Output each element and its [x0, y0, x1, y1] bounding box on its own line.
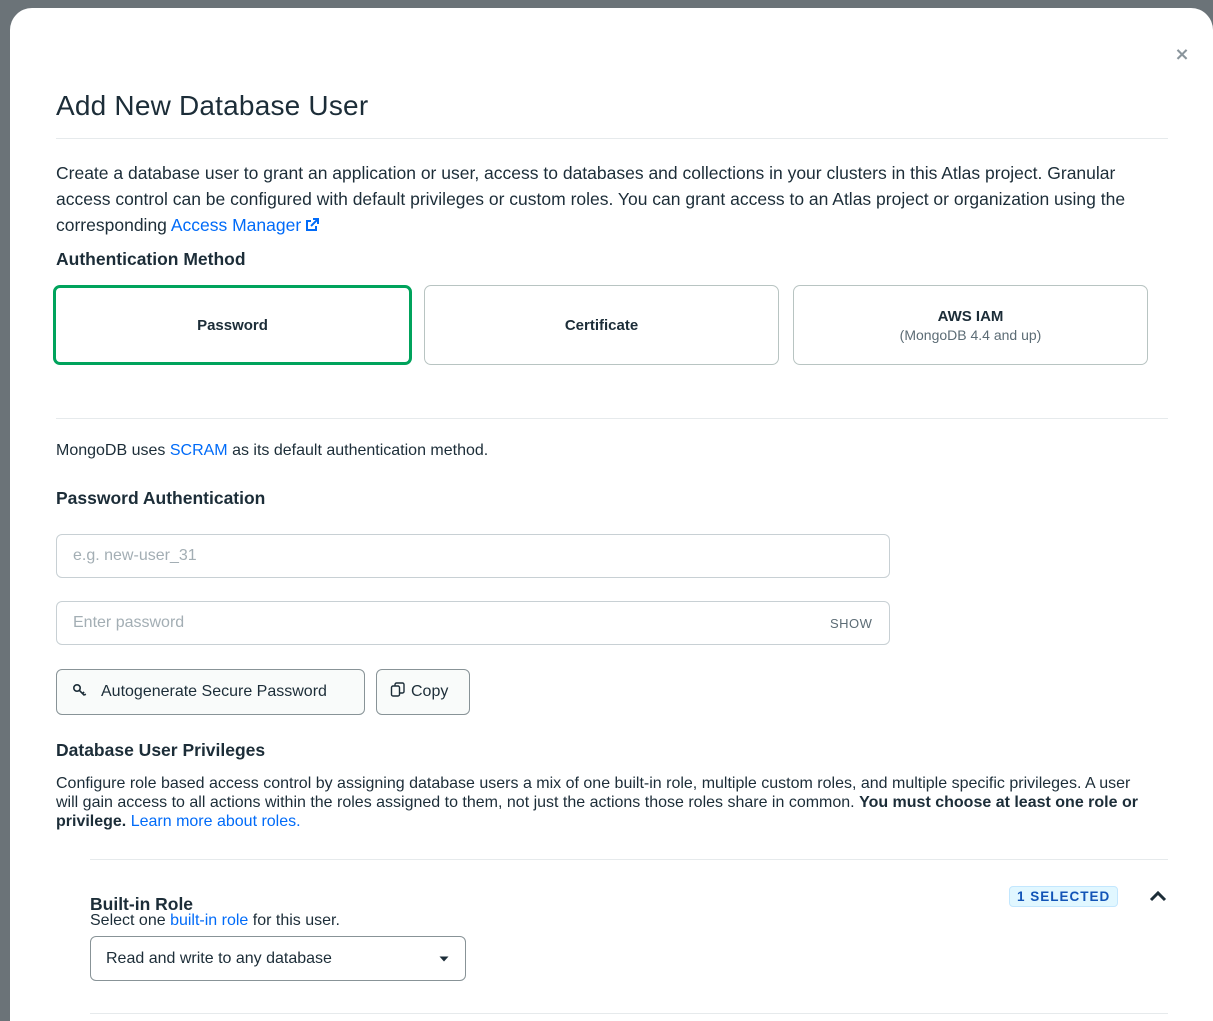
- auth-option-sublabel: (MongoDB 4.4 and up): [899, 326, 1042, 343]
- copy-label: Copy: [411, 683, 449, 700]
- auth-option-aws-iam[interactable]: AWS IAM (MongoDB 4.4 and up): [793, 285, 1148, 365]
- copy-button[interactable]: Copy: [376, 669, 470, 715]
- privileges-description: Configure role based access control by a…: [56, 774, 1156, 831]
- username-input[interactable]: [56, 534, 890, 578]
- scram-note: MongoDB uses SCRAM as its default authen…: [56, 442, 488, 460]
- key-icon: [71, 681, 101, 704]
- autogenerate-label: Autogenerate Secure Password: [101, 683, 327, 700]
- close-icon[interactable]: ×: [1173, 46, 1191, 64]
- password-auth-heading: Password Authentication: [56, 488, 266, 508]
- auth-option-password[interactable]: Password: [53, 285, 412, 365]
- builtin-role-sub-text: Select one: [90, 912, 171, 929]
- modal-title: Add New Database User: [56, 90, 369, 121]
- auth-method-heading: Authentication Method: [56, 249, 246, 269]
- caret-down-icon: [438, 950, 450, 968]
- external-link-icon: [304, 214, 320, 240]
- builtin-role-selected-value: Read and write to any database: [106, 949, 332, 967]
- password-input[interactable]: [56, 601, 890, 645]
- divider: [90, 859, 1168, 860]
- access-manager-label: Access Manager: [170, 215, 302, 235]
- builtin-role-subtitle: Select one built-in role for this user.: [90, 912, 340, 930]
- scram-note-text: MongoDB uses: [56, 442, 170, 459]
- access-manager-link[interactable]: Access Manager: [171, 215, 320, 235]
- scram-link[interactable]: SCRAM: [170, 442, 228, 459]
- privileges-heading: Database User Privileges: [56, 740, 266, 760]
- backdrop: [0, 0, 10, 1021]
- auth-option-label: Certificate: [564, 316, 639, 334]
- divider: [56, 418, 1168, 419]
- builtin-role-select[interactable]: Read and write to any database: [90, 936, 466, 981]
- auth-option-label: AWS IAM: [937, 307, 1004, 325]
- copy-icon: [389, 681, 411, 704]
- selected-count-badge: 1 SELECTED: [1009, 886, 1119, 907]
- chevron-up-icon[interactable]: [1149, 889, 1167, 908]
- intro-text: Create a database user to grant an appli…: [56, 160, 1171, 240]
- add-user-modal: × Add New Database User Create a databas…: [10, 8, 1213, 1021]
- builtin-role-sub-text: for this user.: [248, 912, 340, 929]
- show-password-button[interactable]: SHOW: [830, 616, 872, 631]
- auth-option-label: Password: [197, 316, 268, 334]
- auth-option-certificate[interactable]: Certificate: [424, 285, 779, 365]
- divider: [56, 138, 1168, 139]
- learn-more-roles-link[interactable]: Learn more about roles.: [131, 813, 301, 830]
- scram-note-text: as its default authentication method.: [227, 442, 489, 459]
- builtin-role-link[interactable]: built-in role: [170, 912, 248, 929]
- autogenerate-password-button[interactable]: Autogenerate Secure Password: [56, 669, 365, 715]
- divider: [90, 1013, 1168, 1014]
